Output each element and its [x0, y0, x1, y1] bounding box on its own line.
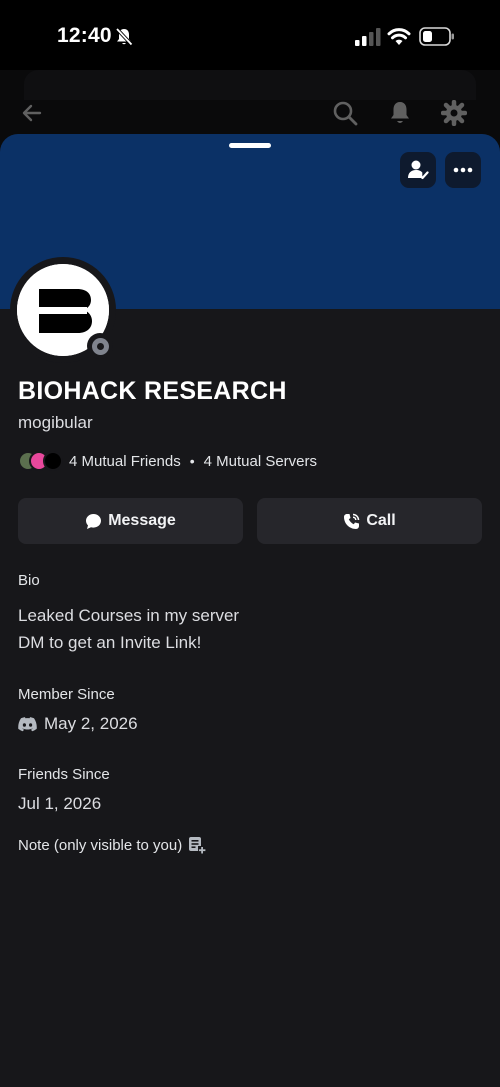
friends-since-row: Jul 1, 2026 — [18, 794, 101, 814]
mute-bell-icon — [115, 27, 133, 46]
clock: 12:40 — [57, 24, 112, 47]
call-button-label: Call — [366, 512, 396, 529]
phone-icon — [344, 513, 360, 529]
search-icon — [333, 101, 358, 126]
background-card-edge — [24, 70, 476, 100]
member-since-row: May 2, 2026 — [18, 714, 138, 734]
bio-line: DM to get an Invite Link! — [18, 633, 202, 652]
battery-icon — [419, 27, 454, 46]
friends-since-date: Jul 1, 2026 — [18, 794, 102, 813]
mutual-avatar — [43, 451, 63, 471]
mutual-row[interactable]: 4 Mutual Friends • 4 Mutual Servers — [18, 450, 317, 472]
separator-dot: • — [189, 453, 195, 469]
bio-line: Leaked Courses in my server — [18, 606, 240, 625]
friend-check-icon — [408, 160, 429, 180]
friend-status-button[interactable] — [400, 152, 436, 188]
chat-bubble-icon — [86, 513, 102, 529]
more-options-button[interactable] — [445, 152, 481, 188]
friends-since-label: Friends Since — [18, 766, 110, 783]
discord-icon — [18, 716, 37, 731]
member-since-date: May 2, 2026 — [44, 714, 138, 733]
bell-icon — [391, 102, 409, 123]
status-indicator — [87, 333, 113, 359]
member-since-label: Member Since — [18, 686, 115, 703]
note-row[interactable]: Note (only visible to you) — [18, 836, 207, 854]
call-button[interactable]: Call — [257, 498, 482, 544]
message-button[interactable]: Message — [18, 498, 243, 544]
back-arrow-icon — [22, 104, 42, 122]
mutual-avatars — [18, 450, 66, 472]
status-bar: 12:40 — [0, 0, 500, 70]
gear-icon — [441, 100, 467, 126]
note-add-icon[interactable] — [188, 836, 207, 854]
username: mogibular — [18, 413, 93, 432]
mutual-servers-link[interactable]: 4 Mutual Servers — [204, 453, 317, 470]
bio-label: Bio — [18, 572, 40, 589]
note-label: Note (only visible to you) — [18, 836, 183, 854]
signal-icon — [355, 28, 381, 46]
display-name: BIOHACK RESEARCH — [18, 377, 287, 405]
message-button-label: Message — [108, 512, 176, 529]
profile-sheet: BIOHACK RESEARCH mogibular 4 Mutual Frie… — [0, 134, 500, 1087]
mutual-friends-link[interactable]: 4 Mutual Friends — [69, 453, 181, 470]
more-icon — [453, 167, 473, 173]
drag-handle[interactable] — [229, 143, 271, 148]
wifi-icon — [387, 28, 411, 45]
